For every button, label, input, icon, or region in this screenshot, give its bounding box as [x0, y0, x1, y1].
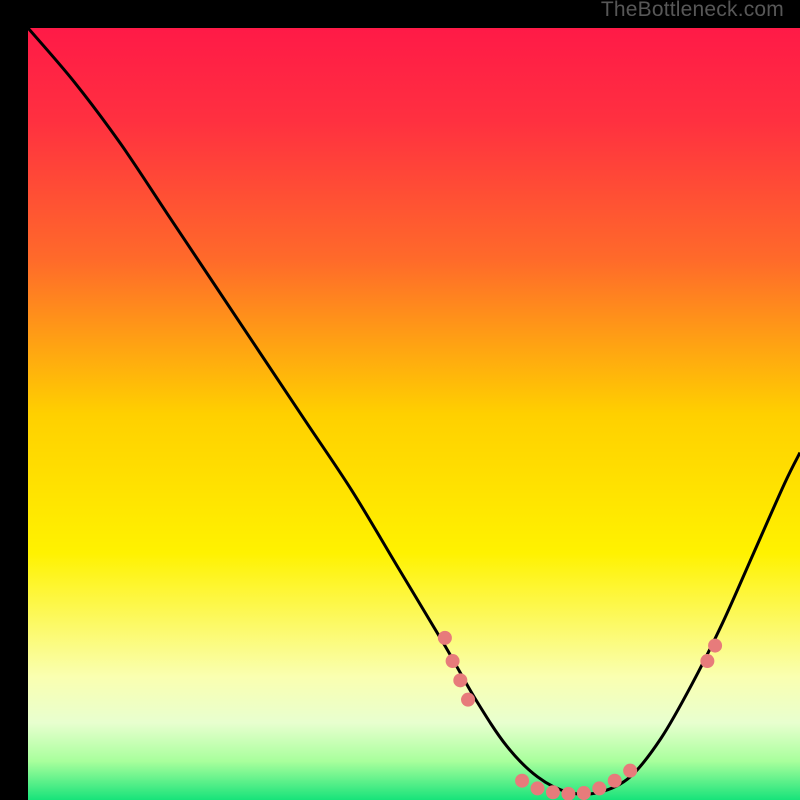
data-marker: [608, 774, 622, 788]
data-marker: [453, 673, 467, 687]
bottleneck-chart: [28, 28, 800, 800]
data-marker: [577, 786, 591, 800]
data-marker: [515, 774, 529, 788]
data-marker: [708, 639, 722, 653]
data-marker: [623, 764, 637, 778]
data-marker: [592, 781, 606, 795]
chart-frame: [14, 14, 786, 786]
data-marker: [531, 781, 545, 795]
data-marker: [700, 654, 714, 668]
data-marker: [461, 693, 475, 707]
gradient-background: [28, 28, 800, 800]
watermark-text: TheBottleneck.com: [601, 0, 784, 22]
data-marker: [546, 785, 560, 799]
data-marker: [446, 654, 460, 668]
data-marker: [438, 631, 452, 645]
